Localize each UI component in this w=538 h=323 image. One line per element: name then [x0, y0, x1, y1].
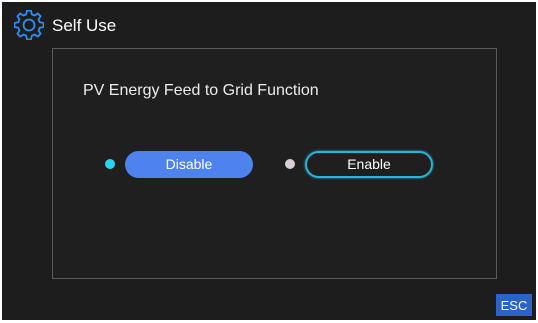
function-heading: PV Energy Feed to Grid Function	[83, 82, 319, 99]
page-title: Self Use	[52, 16, 117, 35]
enable-option[interactable]: Enable	[285, 149, 433, 179]
disable-button[interactable]: Disable	[125, 150, 253, 178]
unselected-radio-dot[interactable]	[285, 159, 295, 169]
disable-option[interactable]: Disable	[105, 149, 253, 179]
gear-icon[interactable]	[13, 9, 45, 41]
screen: Self Use PV Energy Feed to Grid Function…	[2, 2, 536, 320]
enable-button[interactable]: Enable	[305, 150, 433, 178]
selected-radio-dot[interactable]	[105, 159, 115, 169]
esc-button[interactable]: ESC	[496, 294, 532, 316]
settings-panel: PV Energy Feed to Grid Function Disable …	[52, 48, 497, 279]
title-bar: Self Use	[2, 2, 536, 46]
